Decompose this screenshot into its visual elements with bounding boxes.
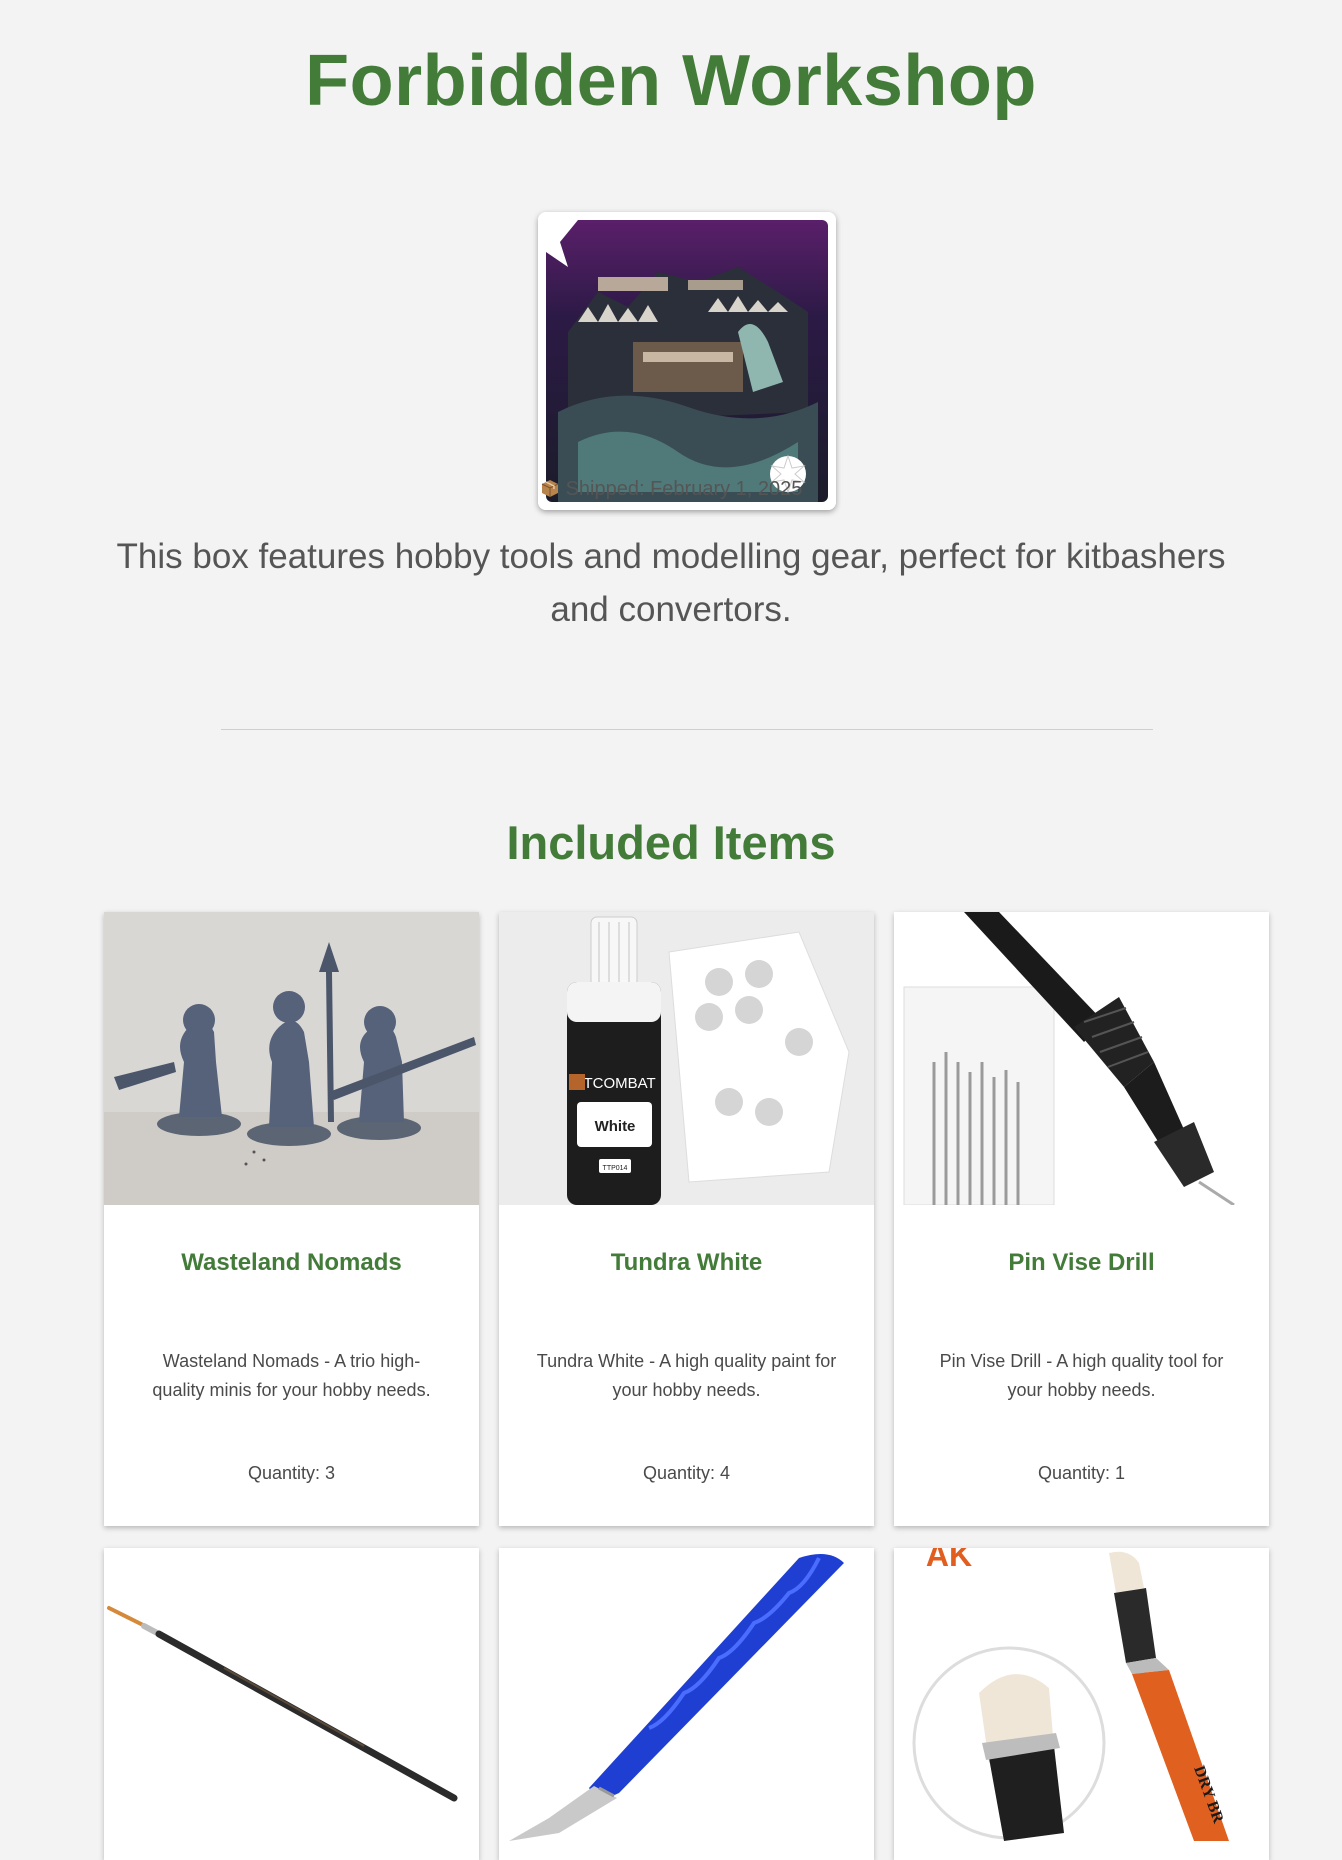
page-title: Forbidden Workshop: [305, 41, 1037, 121]
package-icon: [540, 478, 560, 498]
item-quantity: Quantity: 1: [1037, 1463, 1126, 1483]
shipped-text: Shipped: February 1, 2025: [565, 478, 803, 500]
item-description: Pin Vise Drill - A high quality tool for…: [939, 1351, 1224, 1400]
item-card[interactable]: TTCOMBAT White TTP014 Tundra White Tundr…: [499, 912, 874, 1526]
item-quantity: Quantity: 3: [247, 1463, 336, 1483]
paint-color-text: White: [595, 1118, 636, 1135]
dry-brush-image: AK DRY BR: [894, 1548, 1269, 1841]
item-card[interactable]: Pin Vise Drill Pin Vise Drill - A high q…: [894, 912, 1269, 1526]
item-title[interactable]: Tundra White: [499, 1249, 874, 1277]
box-description: This box features hobby tools and modell…: [116, 537, 1226, 629]
pin-vise-image: [894, 912, 1269, 1205]
paint-code-text: TTP014: [603, 1165, 628, 1172]
paint-brand-text: TTCOMBAT: [574, 1075, 655, 1092]
item-card[interactable]: Wasteland Nomads Wasteland Nomads - A tr…: [104, 912, 479, 1526]
item-description: Tundra White - A high quality paint for …: [536, 1351, 837, 1400]
miniatures-image: [104, 912, 479, 1205]
box-cover-image: [538, 212, 836, 510]
item-card[interactable]: [104, 1548, 479, 1860]
paint-bottle-image: TTCOMBAT White TTP014: [499, 912, 874, 1205]
section-divider: [221, 729, 1153, 730]
item-card[interactable]: AK DRY BR: [894, 1548, 1269, 1860]
item-title[interactable]: Pin Vise Drill: [894, 1249, 1269, 1277]
item-title[interactable]: Wasteland Nomads: [104, 1249, 479, 1277]
item-card[interactable]: [499, 1548, 874, 1860]
paint-brush-image: [104, 1548, 479, 1841]
included-items-heading: Included Items: [506, 816, 836, 869]
ak-logo-text: AK: [926, 1548, 972, 1573]
shipped-date: Shipped: February 1, 2025: [0, 478, 1342, 501]
item-description: Wasteland Nomads - A trio high-quality m…: [152, 1351, 431, 1400]
item-quantity: Quantity: 4: [642, 1463, 731, 1483]
hobby-knife-image: [499, 1548, 874, 1841]
